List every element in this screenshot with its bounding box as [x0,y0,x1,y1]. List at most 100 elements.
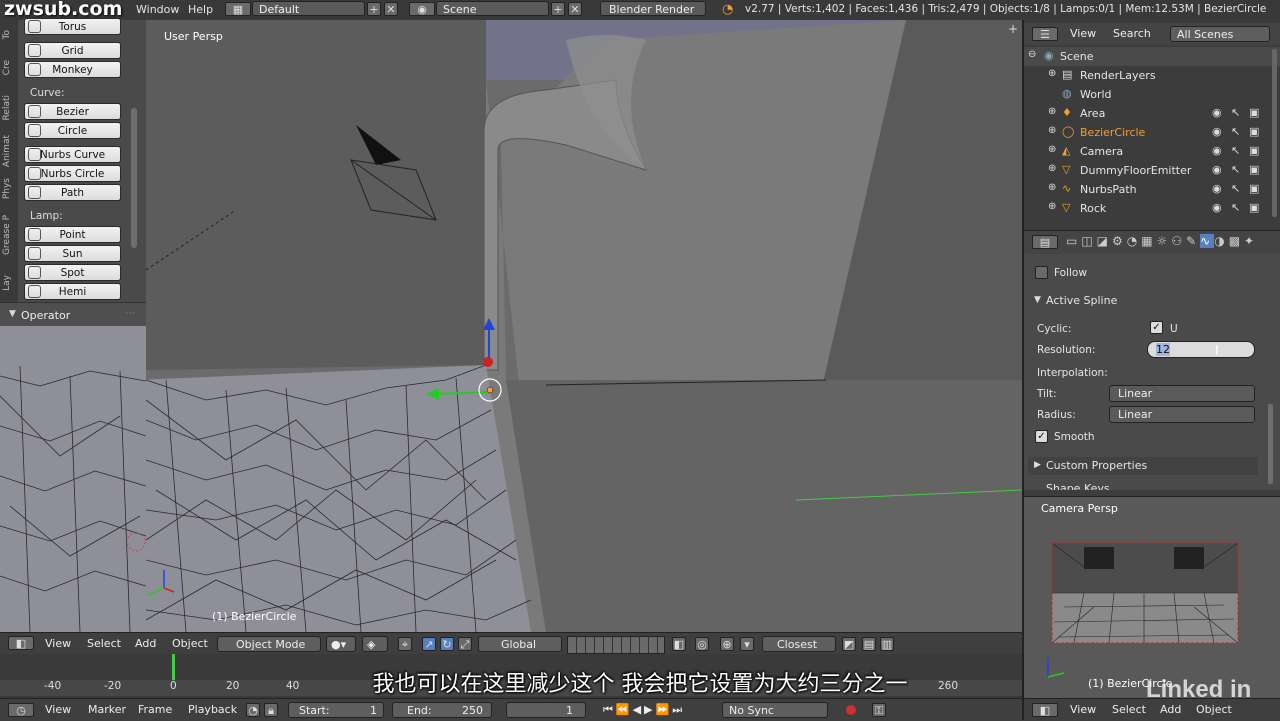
menu-add[interactable]: Add [1160,703,1181,716]
active-spline-panel-header[interactable]: ▼ Active Spline [1028,292,1258,310]
visibility-eye-icon[interactable]: ◉ [1212,201,1222,214]
playback-controls[interactable]: ⏮⏪◀▶⏩⏭ [603,703,715,717]
expand-icon[interactable]: ⊕ [1048,201,1056,212]
snap-toggle-icon[interactable]: ⊕ [720,637,734,651]
menu-object[interactable]: Object [172,637,208,650]
renderable-camera-icon[interactable]: ▣ [1249,106,1259,119]
visibility-eye-icon[interactable]: ◉ [1212,125,1222,138]
outliner-row-nurbspath[interactable]: ⊕ ∿ NurbsPath ◉ ↖ ▣ [1024,180,1280,199]
outliner-editor-icon[interactable]: ☰ [1032,27,1058,41]
pivot-select[interactable]: ◈ [362,636,388,652]
visibility-eye-icon[interactable]: ◉ [1212,106,1222,119]
radius-interpolation-select[interactable]: Linear [1109,406,1255,423]
resolution-input[interactable]: 12 [1147,341,1255,358]
snap-element-icon[interactable]: ▾ [740,637,754,651]
menu-select[interactable]: Select [1112,703,1146,716]
layout-remove-icon[interactable]: ✕ [384,2,398,16]
add-bezier-button[interactable]: Bezier [24,103,121,120]
rotate-icon[interactable]: ↻ [440,637,454,651]
layout-add-icon[interactable]: + [367,2,381,16]
outliner-row-world[interactable]: ◍ World [1024,85,1280,104]
scale-icon[interactable]: ⤢ [458,637,472,651]
selectable-cursor-icon[interactable]: ↖ [1231,201,1240,214]
properties-context-tabs[interactable]: ▭◫◪⚙◔▦☼⚇✎∿◑▩✦ [1066,234,1274,252]
tab-physics[interactable]: Phys [2,178,16,199]
expand-icon[interactable]: ⊕ [1048,125,1056,136]
outliner-scrollbar[interactable] [1272,49,1277,217]
scene-remove-icon[interactable]: ✕ [568,2,582,16]
layer-buttons[interactable] [567,636,665,654]
tilt-interpolation-select[interactable]: Linear [1109,385,1255,402]
add-hemi-lamp-button[interactable]: Hemi [24,283,121,300]
preview-range-icon[interactable]: ◔ [246,703,260,717]
expand-icon[interactable]: ⊕ [1048,68,1056,79]
start-frame-field[interactable]: Start: 1 [288,702,384,718]
snap-target-select[interactable]: Closest [762,636,836,652]
lock-layers-icon[interactable]: ◧ [672,637,686,651]
visibility-eye-icon[interactable]: ◉ [1212,163,1222,176]
layout-selector[interactable]: Default [252,1,365,16]
add-sun-lamp-button[interactable]: Sun [24,245,121,262]
visibility-eye-icon[interactable]: ◉ [1212,144,1222,157]
add-grid-button[interactable]: Grid [24,42,121,59]
render-engine-select[interactable]: Blender Render [600,1,706,16]
layout-grid-icon[interactable]: ▦ [225,2,251,16]
sync-select[interactable]: No Sync [722,702,828,718]
expand-icon[interactable]: ⊕ [1048,106,1056,117]
editor-type-icon[interactable]: ◧ [1032,703,1058,717]
selectable-cursor-icon[interactable]: ↖ [1231,182,1240,195]
operator-panel-header[interactable]: ▼ Operator ⋯ [0,302,146,327]
add-torus-button[interactable]: Torus [24,18,121,35]
display-mode-select[interactable]: All Scenes [1170,26,1270,42]
selectable-cursor-icon[interactable]: ↖ [1231,125,1240,138]
properties-editor-icon[interactable]: ▤ [1032,235,1058,249]
outliner-row-dummyflooremitter[interactable]: ⊕ ▽ DummyFloorEmitter ◉ ↖ ▣ [1024,161,1280,180]
timeline-editor-icon[interactable]: ◷ [8,703,34,717]
record-icon[interactable] [846,705,856,715]
menu-view[interactable]: View [45,703,71,716]
menu-playback[interactable]: Playback [188,703,237,716]
outliner-row-renderlayers[interactable]: ⊕ ▤ RenderLayers [1024,66,1280,85]
outliner-row-rock[interactable]: ⊕ ▽ Rock ◉ ↖ ▣ [1024,199,1280,218]
visibility-eye-icon[interactable]: ◉ [1212,182,1222,195]
menu-help[interactable]: Help [188,3,213,16]
menu-add[interactable]: Add [135,637,156,650]
outliner-row-beziercircle[interactable]: ⊕ ◯ BezierCircle ◉ ↖ ▣ [1024,123,1280,142]
3d-viewport[interactable]: User Persp (1) BezierCircle + [146,20,1022,632]
end-frame-field[interactable]: End: 250 [392,702,492,718]
translate-icon[interactable]: ↗ [422,637,436,651]
menu-frame[interactable]: Frame [138,703,172,716]
follow-checkbox[interactable] [1035,266,1048,279]
add-circle-button[interactable]: Circle [24,122,121,139]
menu-view[interactable]: View [45,637,71,650]
opengl-anim-icon[interactable]: ▥ [880,637,894,651]
orientation-select[interactable]: Global [478,636,562,652]
current-frame-field[interactable]: 1 [506,702,586,718]
renderable-camera-icon[interactable]: ▣ [1249,163,1259,176]
manipulator-icon[interactable]: ⌖ [398,637,412,651]
custom-properties-panel-header[interactable]: ▶ Custom Properties [1028,457,1258,475]
selectable-cursor-icon[interactable]: ↖ [1231,106,1240,119]
add-point-lamp-button[interactable]: Point [24,226,121,243]
tab-tools[interactable]: To [2,30,16,39]
add-spot-lamp-button[interactable]: Spot [24,264,121,281]
add-nurbs-curve-button[interactable]: Nurbs Curve [24,146,121,163]
scene-icon[interactable]: ◉ [409,2,435,16]
menu-window[interactable]: Window [136,3,179,16]
menu-search[interactable]: Search [1113,27,1151,40]
expand-icon[interactable]: ⊕ [1048,182,1056,193]
smooth-checkbox[interactable]: ✓ [1035,430,1048,443]
tab-grease-pencil[interactable]: Grease P [2,215,16,255]
outliner-row-area[interactable]: ⊕ ♦ Area ◉ ↖ ▣ [1024,104,1280,123]
proportional-edit-icon[interactable]: ◎ [695,637,709,651]
properties-scrollbar[interactable] [1268,404,1273,484]
tab-layers[interactable]: Lay [2,275,16,291]
add-nurbs-circle-button[interactable]: Nurbs Circle [24,165,121,182]
add-path-button[interactable]: Path [24,184,121,201]
shape-keys-panel-header[interactable]: Shape Keys [1028,480,1258,490]
menu-marker[interactable]: Marker [88,703,126,716]
mode-select[interactable]: Object Mode [217,636,321,652]
menu-view[interactable]: View [1070,703,1096,716]
expand-icon[interactable]: ⊕ [1048,163,1056,174]
menu-select[interactable]: Select [87,637,121,650]
